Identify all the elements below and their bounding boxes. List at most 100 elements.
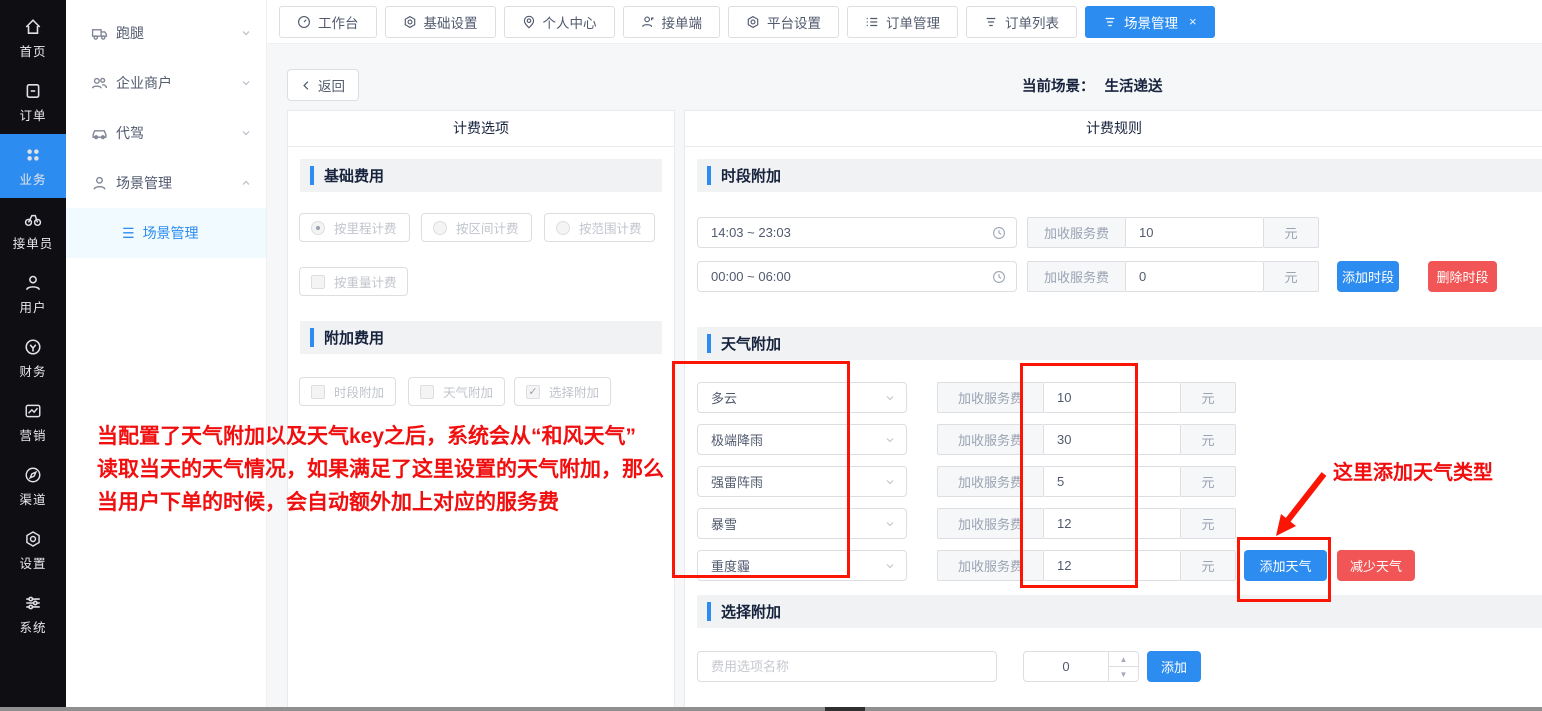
add-choice-button[interactable]: 添加 <box>1147 651 1201 682</box>
business-grid-icon <box>23 145 43 165</box>
radio-by-interval[interactable]: 按区间计费 <box>421 213 532 242</box>
checkbox-checked-icon: ✓ <box>526 385 540 399</box>
weather-type-select[interactable]: 强雷阵雨 <box>697 466 907 497</box>
horizontal-scrollbar[interactable] <box>0 707 1542 711</box>
sidebar-item-settings[interactable]: 设置 <box>0 518 66 582</box>
rider-icon <box>23 209 43 229</box>
system-icon <box>23 593 43 613</box>
chevron-down-icon <box>240 127 252 139</box>
tab-order-list[interactable]: 订单列表 <box>966 6 1077 38</box>
tab-bar: 工作台 基础设置 个人中心 接单端 平台设置 订单管理 <box>267 0 1542 44</box>
unit-label: 元 <box>1264 261 1319 292</box>
choice-extra-section-header: 选择附加 <box>697 595 1542 628</box>
marketing-icon <box>23 401 43 421</box>
weather-fee-input[interactable] <box>1044 509 1180 538</box>
sidebar-item-home[interactable]: 首页 <box>0 6 66 70</box>
tab-basic-settings[interactable]: 基础设置 <box>385 6 496 38</box>
time-range-picker[interactable]: 14:03 ~ 23:03 <box>697 217 1017 248</box>
sidebar-item-system[interactable]: 系统 <box>0 582 66 646</box>
sidebar-item-marketing[interactable]: 营销 <box>0 390 66 454</box>
back-button[interactable]: 返回 <box>287 69 359 101</box>
add-weather-button[interactable]: 添加天气 <box>1244 550 1327 581</box>
chevron-up-icon <box>240 177 252 189</box>
scrollbar-thumb[interactable] <box>825 707 865 711</box>
truck-icon <box>90 24 108 42</box>
checkbox-icon <box>420 385 434 399</box>
menu-item-label: 代驾 <box>116 123 144 143</box>
tab-workbench[interactable]: 工作台 <box>279 6 377 38</box>
add-time-button[interactable]: 添加时段 <box>1337 261 1399 292</box>
person-icon <box>90 174 108 192</box>
tab-personal-center[interactable]: 个人中心 <box>504 6 615 38</box>
unit-label: 元 <box>1181 382 1236 413</box>
weather-type-select[interactable]: 多云 <box>697 382 907 413</box>
tab-order-management[interactable]: 订单管理 <box>847 6 958 38</box>
billing-rules-panel: 计费规则 时段附加 14:03 ~ 23:03 加收服务费 元 00:00 ~ … <box>684 110 1542 710</box>
sidebar-item-users[interactable]: 用户 <box>0 262 66 326</box>
billing-rules-title: 计费规则 <box>685 111 1542 147</box>
sidebar-item-channel[interactable]: 渠道 <box>0 454 66 518</box>
list-icon: ☰ <box>122 225 135 242</box>
user-pin-icon <box>522 15 536 29</box>
menu-item-scene-management[interactable]: 场景管理 <box>66 158 266 208</box>
radio-by-range[interactable]: 按范围计费 <box>544 213 655 242</box>
close-icon[interactable]: × <box>1189 14 1197 29</box>
weather-row: 重度霾 加收服务费 元 添加天气 减少天气 <box>685 550 1542 581</box>
tab-platform-settings[interactable]: 平台设置 <box>728 6 839 38</box>
user-icon <box>641 15 655 29</box>
remove-weather-button[interactable]: 减少天气 <box>1337 550 1415 581</box>
people-icon <box>90 74 108 92</box>
time-fee-input[interactable] <box>1126 262 1263 291</box>
sidebar-item-finance[interactable]: 财务 <box>0 326 66 390</box>
weather-fee-input[interactable] <box>1044 551 1180 580</box>
main-area: 工作台 基础设置 个人中心 接单端 平台设置 订单管理 <box>267 0 1542 708</box>
unit-label: 元 <box>1264 217 1319 248</box>
weather-row: 极端降雨 加收服务费 元 <box>685 424 1542 455</box>
checkbox-time-extra[interactable]: 时段附加 <box>299 377 396 406</box>
sidebar-item-business[interactable]: 业务 <box>0 134 66 198</box>
weather-type-select[interactable]: 暴雪 <box>697 508 907 539</box>
fee-label: 加收服务费 <box>937 466 1043 497</box>
tab-courier-app[interactable]: 接单端 <box>623 6 721 38</box>
current-scene-label: 当前场景： <box>1022 75 1095 96</box>
sidebar-item-rider[interactable]: 接单员 <box>0 198 66 262</box>
weather-fee-input[interactable] <box>1044 467 1180 496</box>
billing-options-title: 计费选项 <box>288 111 674 147</box>
sidebar-item-orders[interactable]: 订单 <box>0 70 66 134</box>
weather-type-select[interactable]: 重度霾 <box>697 550 907 581</box>
checkbox-choice-extra[interactable]: ✓ 选择附加 <box>514 377 611 406</box>
time-range-picker[interactable]: 00:00 ~ 06:00 <box>697 261 1017 292</box>
weather-fee-input-wrap <box>1043 382 1181 413</box>
chevron-down-icon <box>884 392 896 404</box>
checkbox-by-weight[interactable]: 按重量计费 <box>299 267 408 296</box>
stepper-up-icon[interactable]: ▲ <box>1109 652 1138 667</box>
time-fee-input-wrap <box>1125 261 1264 292</box>
stepper-down-icon[interactable]: ▼ <box>1109 667 1138 681</box>
tab-scene-management[interactable]: 场景管理 × <box>1085 6 1215 38</box>
fee-option-name-input[interactable] <box>698 652 996 681</box>
checkbox-weather-extra[interactable]: 天气附加 <box>408 377 505 406</box>
radio-by-mileage[interactable]: 按里程计费 <box>299 213 410 242</box>
radio-icon <box>311 221 325 235</box>
weather-fee-input[interactable] <box>1044 425 1180 454</box>
clock-icon <box>992 270 1006 284</box>
time-fee-input[interactable] <box>1126 218 1263 247</box>
channel-icon <box>23 465 43 485</box>
weather-type-select[interactable]: 极端降雨 <box>697 424 907 455</box>
base-fee-section-header: 基础费用 <box>300 159 662 192</box>
checkbox-icon <box>311 385 325 399</box>
menu-item-enterprise[interactable]: 企业商户 <box>66 58 266 108</box>
chevron-down-icon <box>240 77 252 89</box>
weather-fee-input[interactable] <box>1044 383 1180 412</box>
menu-item-driving[interactable]: 代驾 <box>66 108 266 158</box>
remove-time-button[interactable]: 删除时段 <box>1428 261 1497 292</box>
fee-label: 加收服务费 <box>937 508 1043 539</box>
weather-row: 多云 加收服务费 元 <box>685 382 1542 413</box>
menu-item-errand[interactable]: 跑腿 <box>66 8 266 58</box>
fee-amount-input[interactable] <box>1024 652 1108 681</box>
submenu-item-scene-management[interactable]: ☰ 场景管理 <box>66 208 266 258</box>
chevron-down-icon <box>240 27 252 39</box>
weather-fee-input-wrap <box>1043 466 1181 497</box>
unit-label: 元 <box>1181 508 1236 539</box>
car-icon <box>90 124 108 142</box>
